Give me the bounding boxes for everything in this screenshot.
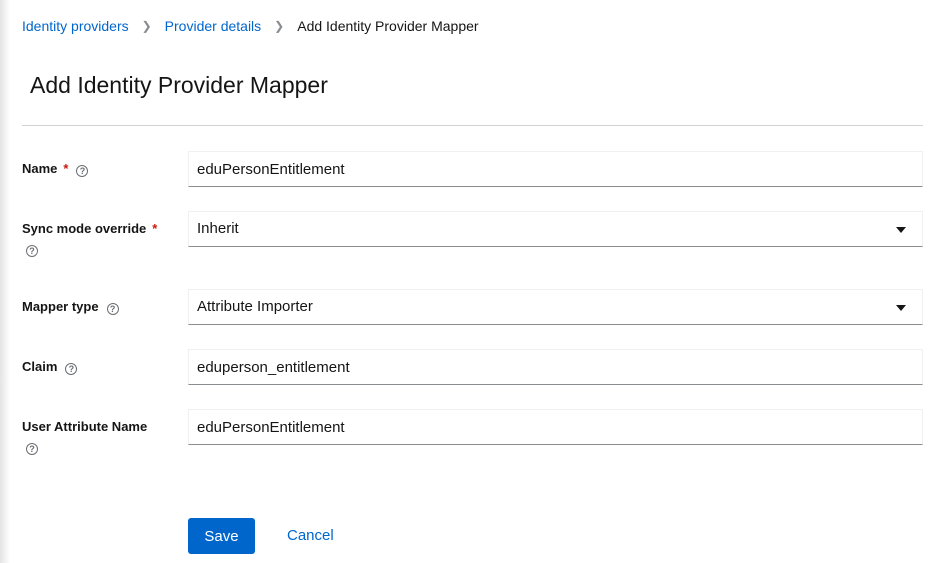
help-icon[interactable]: ? (26, 245, 38, 257)
help-icon[interactable]: ? (65, 363, 78, 375)
name-label: Name *? (22, 160, 89, 178)
sync-mode-select[interactable]: Inherit (188, 211, 923, 247)
user-attribute-name-input[interactable] (188, 409, 923, 445)
help-icon[interactable]: ? (76, 165, 89, 177)
cancel-button[interactable]: Cancel (287, 527, 334, 544)
chevron-right-icon: ❯ (274, 19, 285, 33)
page-title: Add Identity Provider Mapper (30, 72, 328, 98)
help-icon[interactable]: ? (26, 443, 38, 455)
name-input[interactable] (188, 151, 923, 187)
chevron-right-icon: ❯ (141, 19, 152, 33)
label-text: User Attribute Name (22, 419, 148, 434)
help-icon[interactable]: ? (106, 303, 119, 315)
label-text: Claim (22, 359, 58, 374)
mapper-type-label: Mapper type? (22, 298, 119, 316)
breadcrumb-identity-providers[interactable]: Identity providers (22, 18, 129, 34)
claim-input[interactable] (188, 349, 923, 385)
page-edge-shadow (0, 0, 10, 563)
caret-down-icon (896, 227, 906, 233)
caret-down-icon (896, 305, 906, 311)
breadcrumb-current: Add Identity Provider Mapper (297, 18, 479, 34)
label-text: Sync mode override (22, 221, 147, 236)
mapper-type-select[interactable]: Attribute Importer (188, 289, 923, 325)
user-attribute-name-label: User Attribute Name? (22, 418, 148, 455)
breadcrumb-provider-details[interactable]: Provider details (165, 18, 262, 34)
selected-value: Attribute Importer (197, 298, 313, 315)
required-marker: * (152, 221, 158, 236)
label-text: Name (22, 161, 58, 176)
selected-value: Inherit (197, 220, 239, 237)
claim-label: Claim? (22, 358, 78, 376)
save-button[interactable]: Save (188, 518, 255, 554)
divider (22, 125, 923, 126)
sync-mode-label: Sync mode override *? (22, 220, 158, 257)
breadcrumb: Identity providers ❯ Provider details ❯ … (22, 18, 479, 34)
required-marker: * (63, 161, 69, 176)
label-text: Mapper type (22, 299, 99, 314)
